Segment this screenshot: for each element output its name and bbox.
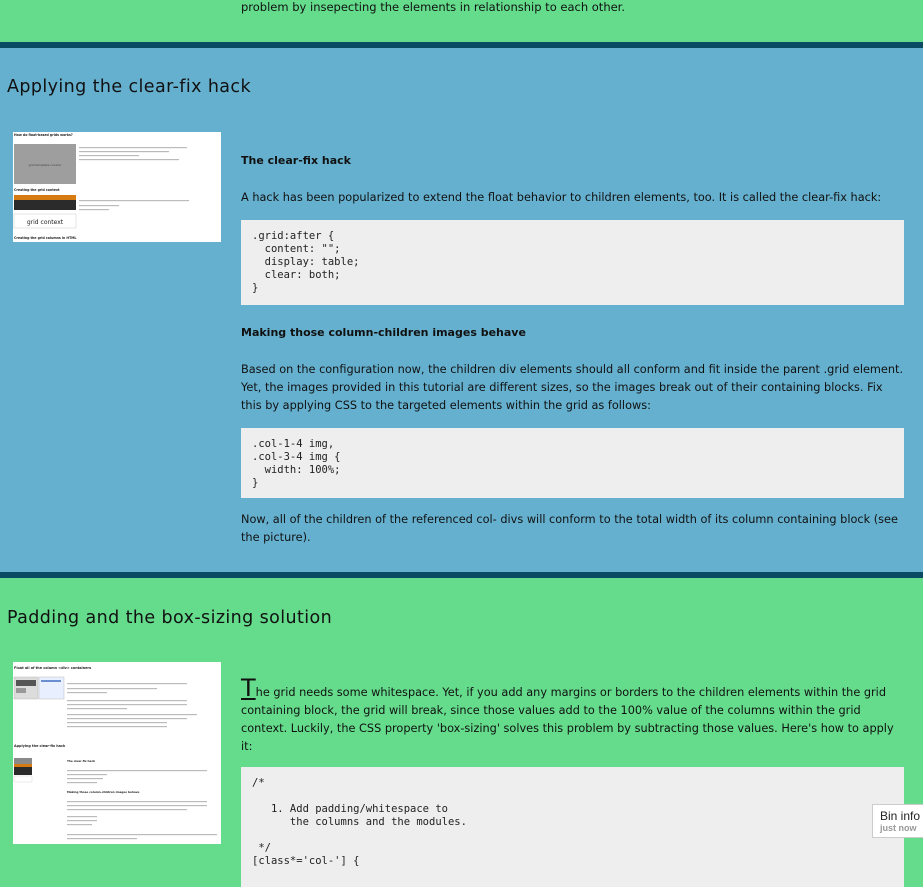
images-paragraph: Based on the configuration now, the chil… (241, 363, 904, 412)
thumb-heading-1: Float all of the column <div> containers (14, 666, 91, 670)
thumb-subheading-2: Making those column-children images beha… (67, 790, 140, 794)
section-title: Applying the clear-fix hack (7, 77, 251, 97)
clearfix-content: The clear-fix hack A hack has been popul… (241, 152, 904, 547)
box-sizing-content: The grid needs some whitespace. Yet, if … (241, 676, 904, 887)
thumb-context-label: grid context (27, 219, 64, 226)
thumb-heading-2: Creating the grid context (14, 188, 60, 192)
drop-cap: T (241, 674, 256, 702)
intro-paragraph: The grid needs some whitespace. Yet, if … (241, 676, 904, 756)
clearfix-section: Applying the clear-fix hack How do float… (0, 48, 923, 572)
intro-text: he grid needs some whitespace. Yet, if y… (241, 686, 894, 753)
images-code-block: .col-1-4 img, .col-3-4 img { width: 100%… (241, 428, 904, 498)
clearfix-code-block: .grid:after { content: ""; display: tabl… (241, 220, 904, 305)
bin-info-timestamp: just now (880, 823, 917, 833)
thumb-heading-1: How do float-based grids works? (14, 133, 73, 137)
box-sizing-section: Padding and the box-sizing solution Floa… (0, 578, 923, 887)
clearfix-heading: The clear-fix hack (241, 154, 351, 167)
screenshot-thumbnail: How do float-based grids works? grid-tem… (13, 132, 221, 242)
section-title: Padding and the box-sizing solution (7, 608, 333, 628)
bin-info-title[interactable]: Bin info (880, 810, 923, 822)
thumb-heading-2: Applying the clear-fix hack (14, 744, 66, 748)
thumb-heading-3: Creating the grid columns in HTML (14, 236, 76, 240)
box-sizing-code-block: /* 1. Add padding/whitespace to the colu… (241, 767, 904, 887)
clearfix-paragraph: A hack has been popularized to extend th… (241, 191, 882, 204)
thumbnail-image: How do float-based grids works? grid-tem… (13, 132, 221, 242)
thumbnail-image: Float all of the column <div> containers… (13, 662, 221, 844)
closing-paragraph: Now, all of the children of the referenc… (241, 513, 898, 544)
bin-info-widget[interactable]: Bin info just now (872, 804, 923, 838)
top-band: problem by insepecting the elements in r… (0, 0, 923, 42)
screenshot-thumbnail: Float all of the column <div> containers… (13, 662, 221, 844)
images-heading: Making those column-children images beha… (241, 326, 526, 339)
thumb-subheading: The clear-fix hack (67, 759, 95, 763)
top-tail-text: problem by insepecting the elements in r… (241, 0, 626, 14)
thumb-placeholder: grid-template-column (29, 163, 62, 167)
